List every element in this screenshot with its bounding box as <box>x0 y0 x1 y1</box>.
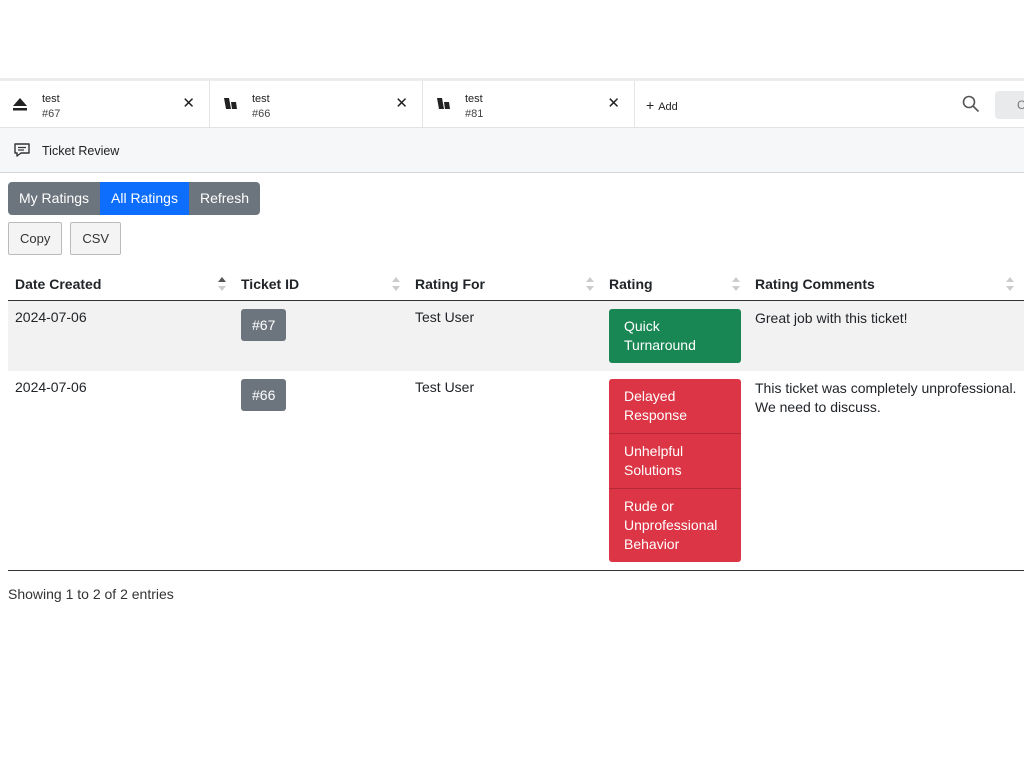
rating-badge: Quick Turnaround <box>609 308 741 363</box>
tab-ticket-66[interactable]: test #66 ✕ <box>210 81 423 127</box>
top-whitespace <box>0 0 1024 78</box>
ticket-tab-bar: test #67 ✕ test #66 ✕ test #81 ✕ + Add C <box>0 78 1024 128</box>
column-header-date-created[interactable]: Date Created <box>8 268 234 301</box>
ticket-icon <box>437 98 450 109</box>
ticket-icon <box>224 98 237 109</box>
column-label: Rating <box>609 275 653 292</box>
sort-icon <box>392 277 400 291</box>
cell-date: 2024-07-06 <box>8 370 234 571</box>
cell-rating: Delayed Response Unhelpful Solutions Rud… <box>602 370 748 571</box>
tab-ticket-number: #81 <box>465 108 484 120</box>
page-title: Ticket Review <box>42 144 120 158</box>
cell-date: 2024-07-06 <box>8 300 234 371</box>
ticket-id-badge[interactable]: #67 <box>241 308 287 341</box>
search-input[interactable]: C <box>995 91 1024 119</box>
ratings-table: Date Created Ticket ID Rating For Rating <box>8 268 1024 571</box>
column-label: Rating For <box>415 275 485 292</box>
cell-ticket-id: #66 <box>234 370 408 571</box>
my-ratings-button[interactable]: My Ratings <box>8 182 101 215</box>
copy-button[interactable]: Copy <box>8 222 63 255</box>
cell-comment: This ticket was completely unprofessiona… <box>748 370 1024 571</box>
sort-icon <box>586 277 594 291</box>
close-icon[interactable]: ✕ <box>182 94 195 112</box>
table-header-row: Date Created Ticket ID Rating For Rating <box>8 268 1024 301</box>
cell-comment: Great job with this ticket! <box>748 300 1024 371</box>
sort-icon <box>732 277 740 291</box>
tab-title: test <box>42 93 60 105</box>
search-icon[interactable] <box>962 95 980 113</box>
tab-ticket-67[interactable]: test #67 ✕ <box>0 81 210 127</box>
column-label: Ticket ID <box>241 275 300 292</box>
sort-ascending-icon <box>218 277 226 291</box>
tab-ticket-number: #66 <box>252 108 271 120</box>
add-tab-button[interactable]: + Add <box>646 97 678 113</box>
ticket-id-badge[interactable]: #66 <box>241 378 287 411</box>
csv-button[interactable]: CSV <box>70 222 122 255</box>
cell-rating-for: Test User <box>408 370 602 571</box>
search-placeholder: C <box>1017 98 1024 112</box>
tab-ticket-number: #67 <box>42 108 61 120</box>
rating-badge-stack: Delayed Response Unhelpful Solutions Rud… <box>609 378 741 562</box>
close-icon[interactable]: ✕ <box>607 94 620 112</box>
table-row: 2024-07-06 #66 Test User Delayed Respons… <box>8 370 1024 571</box>
rating-badge-stack: Quick Turnaround <box>609 308 741 363</box>
rating-badge: Rude or Unprofessional Behavior <box>609 487 741 562</box>
chat-bubble-icon <box>14 143 30 157</box>
column-header-rating[interactable]: Rating <box>602 268 748 301</box>
column-label: Rating Comments <box>755 275 875 292</box>
sort-icon <box>1006 277 1014 291</box>
eject-icon <box>13 98 27 111</box>
table-info: Showing 1 to 2 of 2 entries <box>8 586 174 602</box>
table-row: 2024-07-06 #67 Test User Quick Turnaroun… <box>8 300 1024 371</box>
column-header-rating-for[interactable]: Rating For <box>408 268 602 301</box>
refresh-button[interactable]: Refresh <box>188 182 260 215</box>
add-tab-label: Add <box>658 101 678 113</box>
cell-ticket-id: #67 <box>234 300 408 371</box>
page-header: Ticket Review <box>0 128 1024 173</box>
column-label: Date Created <box>15 275 102 292</box>
column-header-rating-comments[interactable]: Rating Comments <box>748 268 1024 301</box>
rating-view-toggle: My Ratings All Ratings Refresh <box>8 182 260 215</box>
cell-rating-for: Test User <box>408 300 602 371</box>
rating-badge: Delayed Response <box>609 378 741 433</box>
plus-icon: + <box>646 97 655 113</box>
all-ratings-button[interactable]: All Ratings <box>100 182 189 215</box>
rating-badge: Unhelpful Solutions <box>609 432 741 488</box>
tab-title: test <box>252 93 270 105</box>
tab-ticket-81[interactable]: test #81 ✕ <box>423 81 635 127</box>
column-header-ticket-id[interactable]: Ticket ID <box>234 268 408 301</box>
cell-rating: Quick Turnaround <box>602 300 748 371</box>
close-icon[interactable]: ✕ <box>395 94 408 112</box>
tab-title: test <box>465 93 483 105</box>
export-buttons: Copy CSV <box>8 222 122 255</box>
